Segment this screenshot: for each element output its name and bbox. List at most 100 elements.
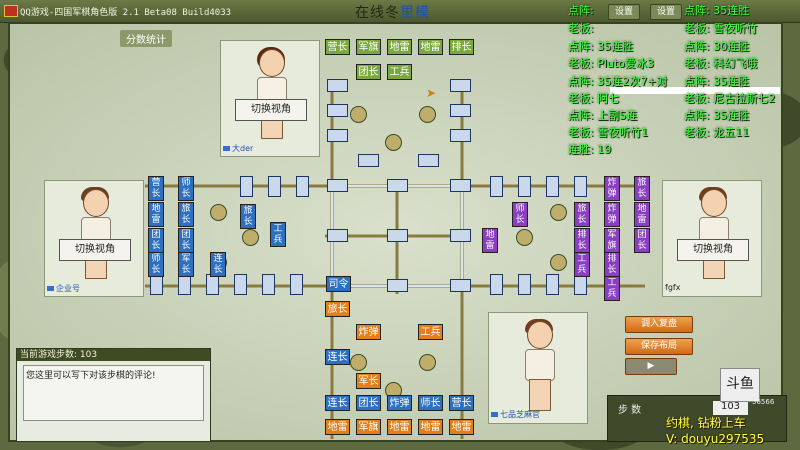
piece-orange[interactable]: 旅长	[325, 301, 350, 317]
play-button[interactable]: ▶	[625, 358, 677, 375]
board-slot[interactable]	[387, 229, 408, 242]
piece-purple[interactable]: 旅长	[574, 202, 590, 227]
piece-orange[interactable]: 地雷	[325, 419, 350, 435]
board-slot[interactable]	[327, 179, 348, 192]
piece-green[interactable]: 营长	[325, 39, 350, 55]
piece-purple[interactable]: 工兵	[574, 252, 590, 277]
piece-blue[interactable]: 地雷	[148, 202, 164, 227]
piece-blue[interactable]: 旅长	[178, 202, 194, 227]
board-slot[interactable]	[518, 176, 531, 197]
piece-green[interactable]: 团长	[356, 64, 381, 80]
piece-purple[interactable]: 炸弹	[604, 176, 620, 201]
piece-green[interactable]: 军旗	[356, 39, 381, 55]
piece-blue[interactable]: 团长	[148, 228, 164, 253]
board-slot[interactable]	[296, 176, 309, 197]
board-slot[interactable]	[387, 179, 408, 192]
piece-green[interactable]: 地雷	[387, 39, 412, 55]
piece-purple[interactable]: 旅长	[634, 176, 650, 201]
piece-orange[interactable]: 军长	[356, 373, 381, 389]
overlay-line: 点阵: 35连胜	[568, 40, 634, 53]
piece-purple[interactable]: 团长	[634, 228, 650, 253]
board-slot[interactable]	[450, 179, 471, 192]
board-slot[interactable]	[358, 154, 379, 167]
overlay-line: 老板: Pluto爱冰3	[568, 57, 654, 70]
overlay-line: 点阵: 35连胜	[684, 75, 750, 88]
piece-orange[interactable]: 炸弹	[356, 324, 381, 340]
piece-purple[interactable]: 师长	[512, 202, 528, 227]
board-slot[interactable]	[327, 129, 348, 142]
board-slot[interactable]	[178, 274, 191, 295]
piece-blue[interactable]: 军长	[178, 252, 194, 277]
piece-orange[interactable]: 地雷	[449, 419, 474, 435]
board-slot[interactable]	[240, 176, 253, 197]
board-slot[interactable]	[234, 274, 247, 295]
piece-orange[interactable]: 工兵	[418, 324, 443, 340]
board-slot[interactable]	[574, 274, 587, 295]
piece-green[interactable]: 地雷	[418, 39, 443, 55]
board-slot[interactable]	[450, 279, 471, 292]
board-slot[interactable]	[450, 129, 471, 142]
piece-blue[interactable]: 团长	[356, 395, 381, 411]
piece-orange[interactable]: 地雷	[418, 419, 443, 435]
piece-blue[interactable]: 师长	[418, 395, 443, 411]
overlay-line: 老板: 龙五11	[684, 126, 750, 139]
piece-blue[interactable]: 工兵	[270, 222, 286, 247]
board-slot[interactable]	[327, 79, 348, 92]
piece-purple[interactable]: 排长	[604, 252, 620, 277]
piece-purple[interactable]: 工兵	[604, 276, 620, 301]
piece-green[interactable]: 排长	[449, 39, 474, 55]
piece-purple[interactable]: 地雷	[634, 202, 650, 227]
switch-view-button[interactable]: 切换视角	[677, 239, 749, 261]
switch-view-button[interactable]: 切换视角	[235, 99, 307, 121]
douyu-logo: 斗鱼	[720, 368, 760, 402]
board-slot[interactable]	[206, 274, 219, 295]
board-slot[interactable]	[418, 154, 439, 167]
board-slot[interactable]	[546, 176, 559, 197]
board-slot[interactable]	[290, 274, 303, 295]
board-slot[interactable]	[327, 229, 348, 242]
board-slot[interactable]	[546, 274, 559, 295]
piece-purple[interactable]: 军旗	[604, 228, 620, 253]
piece-blue[interactable]: 连长	[210, 252, 226, 277]
board-slot[interactable]	[450, 104, 471, 117]
piece-blue[interactable]: 连长	[325, 395, 350, 411]
board-slot[interactable]	[574, 176, 587, 197]
piece-green[interactable]: 工兵	[387, 64, 412, 80]
piece-purple[interactable]: 排长	[574, 228, 590, 253]
board-slot[interactable]	[268, 176, 281, 197]
board-slot[interactable]	[150, 274, 163, 295]
player-name: 大der	[223, 143, 253, 154]
board-slot[interactable]	[490, 176, 503, 197]
piece-orange[interactable]: 地雷	[387, 419, 412, 435]
piece-blue[interactable]: 连长	[325, 349, 350, 365]
load-replay-button[interactable]: 调入复盘	[625, 316, 693, 333]
save-layout-button[interactable]: 保存布局	[625, 338, 693, 355]
piece-blue[interactable]: 炸弹	[387, 395, 412, 411]
piece-blue[interactable]: 营长	[148, 176, 164, 201]
board-slot[interactable]	[518, 274, 531, 295]
piece-blue[interactable]: 营长	[449, 395, 474, 411]
board-slot[interactable]	[450, 229, 471, 242]
board-slot[interactable]	[450, 79, 471, 92]
piece-purple[interactable]: 地雷	[482, 228, 498, 253]
switch-view-button[interactable]: 切换视角	[59, 239, 131, 261]
board-slot[interactable]	[262, 274, 275, 295]
gem-icon	[47, 286, 54, 291]
piece-blue-commander[interactable]: 司令	[326, 276, 351, 292]
piece-blue[interactable]: 师长	[178, 176, 194, 201]
piece-orange[interactable]: 军旗	[356, 419, 381, 435]
settings-button[interactable]: 设置	[608, 4, 641, 20]
board-slot[interactable]	[490, 274, 503, 295]
piece-blue[interactable]: 团长	[178, 228, 194, 253]
settings-button-2[interactable]: 设置	[650, 4, 683, 20]
overlay-line: 老板: 阿七	[568, 92, 620, 105]
overlay-line: 点阵: 上副5连	[568, 109, 638, 122]
piece-blue[interactable]: 师长	[148, 252, 164, 277]
comment-input[interactable]: 您这里可以写下对该步棋的评论!	[23, 365, 204, 421]
piece-purple[interactable]: 炸弹	[604, 202, 620, 227]
piece-blue[interactable]: 旅长	[240, 204, 256, 229]
board-slot[interactable]	[327, 104, 348, 117]
steps-value[interactable]: 103	[713, 401, 748, 415]
board-slot[interactable]	[387, 279, 408, 292]
overlay-line: 老板: 雪夜听竹1	[568, 126, 649, 139]
